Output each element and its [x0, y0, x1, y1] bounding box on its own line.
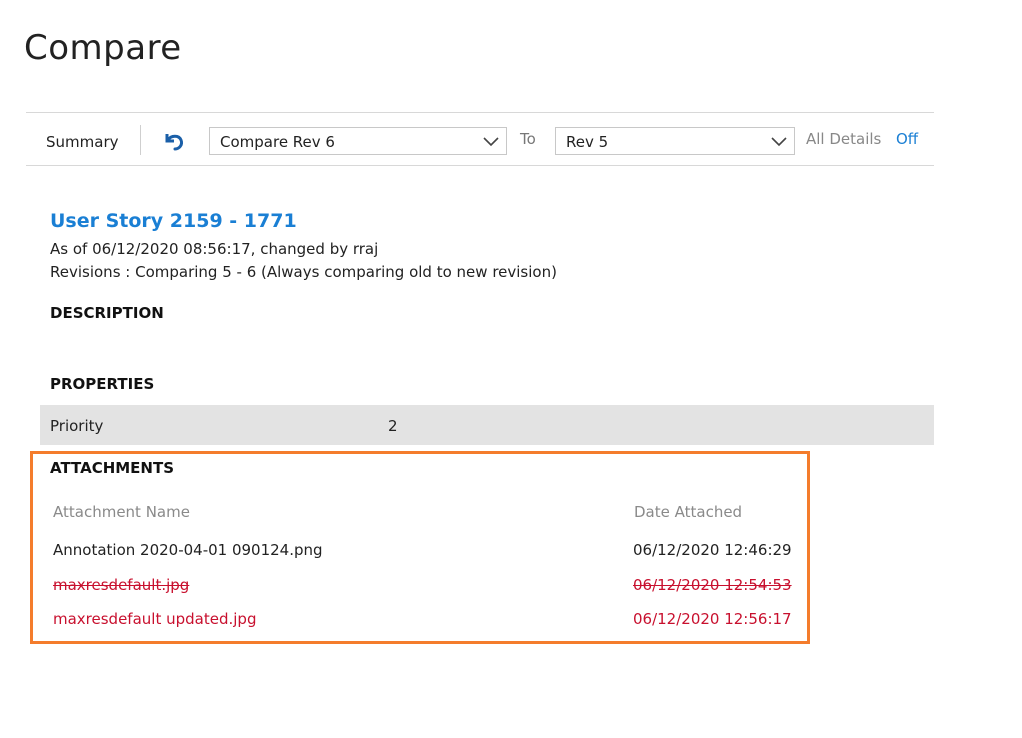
description-heading: DESCRIPTION [50, 304, 164, 322]
chevron-down-icon [771, 137, 787, 147]
compare-toolbar: Summary Compare Rev 6 To Rev 5 All Detai… [26, 112, 934, 166]
property-name: Priority [50, 417, 104, 435]
attachments-heading: ATTACHMENTS [50, 459, 175, 477]
attachment-date-deleted: 06/12/2020 12:54:53 [633, 576, 792, 594]
compare-from-revision-select[interactable]: Compare Rev 6 [209, 127, 507, 155]
attachment-name-column-header: Attachment Name [53, 503, 190, 521]
attachment-date-added: 06/12/2020 12:56:17 [633, 610, 792, 628]
attachment-date: 06/12/2020 12:46:29 [633, 541, 792, 559]
chevron-down-icon [483, 137, 499, 147]
attachment-name-deleted[interactable]: maxresdefault.jpg [53, 576, 189, 594]
attachment-name[interactable]: Annotation 2020-04-01 090124.png [53, 541, 323, 559]
properties-heading: PROPERTIES [50, 375, 155, 393]
to-label: To [520, 130, 536, 148]
attachment-name-added[interactable]: maxresdefault updated.jpg [53, 610, 256, 628]
property-row-priority: Priority 2 [40, 405, 934, 445]
all-details-label: All Details [806, 130, 882, 148]
work-item-as-of: As of 06/12/2020 08:56:17, changed by rr… [50, 240, 379, 258]
undo-button[interactable] [162, 131, 186, 151]
work-item-title[interactable]: User Story 2159 - 1771 [50, 210, 297, 232]
compare-from-revision-value: Compare Rev 6 [220, 133, 335, 151]
undo-icon [165, 134, 183, 151]
page-title: Compare [24, 28, 182, 68]
compare-to-revision-select[interactable]: Rev 5 [555, 127, 795, 155]
date-attached-column-header: Date Attached [634, 503, 743, 521]
summary-button[interactable]: Summary [46, 133, 119, 151]
compare-to-revision-value: Rev 5 [566, 133, 609, 151]
property-value: 2 [388, 417, 398, 435]
work-item-revisions: Revisions : Comparing 5 - 6 (Always comp… [50, 263, 557, 281]
all-details-toggle[interactable]: Off [896, 130, 918, 148]
toolbar-divider [140, 125, 141, 155]
